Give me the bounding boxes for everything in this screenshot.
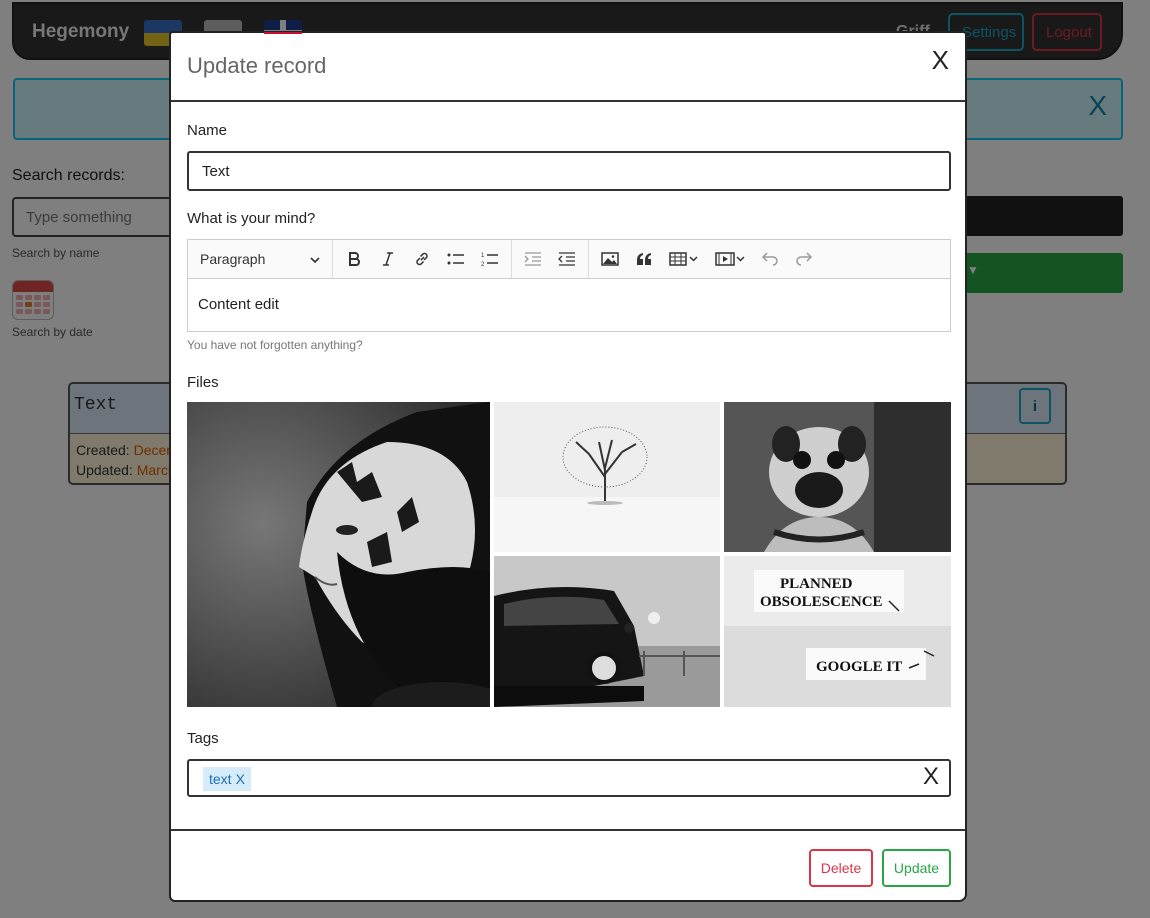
link-icon[interactable] xyxy=(405,244,439,274)
image-icon[interactable] xyxy=(593,244,627,274)
files-gallery: PLANNED OBSOLESCENCE GOOGLE IT xyxy=(187,402,951,707)
media-embed-icon[interactable] xyxy=(707,244,753,274)
undo-icon[interactable] xyxy=(753,244,787,274)
indent-icon[interactable] xyxy=(516,244,550,274)
table-icon[interactable] xyxy=(661,244,707,274)
tag-remove-icon[interactable]: X xyxy=(236,771,245,787)
mind-label: What is your mind? xyxy=(187,210,316,227)
graffiti-text-planned: PLANNED xyxy=(780,576,853,592)
quote-icon[interactable] xyxy=(627,244,661,274)
files-label: Files xyxy=(187,374,219,391)
italic-icon[interactable] xyxy=(371,244,405,274)
modal-close-button[interactable]: X xyxy=(932,45,949,76)
name-field[interactable] xyxy=(187,151,951,191)
numbered-list-icon[interactable]: 12 xyxy=(473,244,507,274)
modal-footer: Delete Update xyxy=(171,829,965,902)
graffiti-text-obsolescence: OBSOLESCENCE xyxy=(760,594,883,610)
update-record-modal: Update record X Name What is your mind? … xyxy=(169,31,967,902)
bulleted-list-icon[interactable] xyxy=(439,244,473,274)
name-label: Name xyxy=(187,122,228,139)
redo-icon[interactable] xyxy=(787,244,821,274)
svg-text:2: 2 xyxy=(481,262,485,267)
chevron-down-icon xyxy=(310,251,320,267)
page: Hegemony Griff Settings Logout X Search … xyxy=(0,0,1150,918)
tags-label: Tags xyxy=(187,730,219,747)
tag-label: text xyxy=(209,771,232,787)
editor-hint: You have not forgotten anything? xyxy=(187,338,363,352)
graffiti-text-google-it: GOOGLE IT xyxy=(816,659,902,675)
paragraph-select[interactable]: Paragraph xyxy=(188,240,333,278)
editor-content-area[interactable]: Content edit xyxy=(188,279,950,330)
file-image-graffiti[interactable]: PLANNED OBSOLESCENCE GOOGLE IT xyxy=(724,556,951,707)
modal-title: Update record xyxy=(187,53,327,78)
file-image-portrait[interactable] xyxy=(187,402,490,707)
editor-toolbar: Paragraph 1 2 xyxy=(188,240,950,279)
rich-text-editor: Paragraph 1 2 Content edit xyxy=(187,239,951,332)
tags-clear-button[interactable]: X xyxy=(923,763,939,791)
file-image-tree[interactable] xyxy=(494,402,720,552)
modal-header: Update record X xyxy=(171,33,965,102)
tags-input[interactable]: text X X xyxy=(187,759,951,797)
file-image-car[interactable] xyxy=(494,556,720,707)
outdent-icon[interactable] xyxy=(550,244,584,274)
bold-icon[interactable] xyxy=(337,244,371,274)
tag-chip: text X xyxy=(203,767,251,791)
delete-button[interactable]: Delete xyxy=(809,849,873,887)
update-button[interactable]: Update xyxy=(882,849,951,887)
file-image-pug[interactable] xyxy=(724,402,951,552)
svg-text:1: 1 xyxy=(481,253,485,259)
